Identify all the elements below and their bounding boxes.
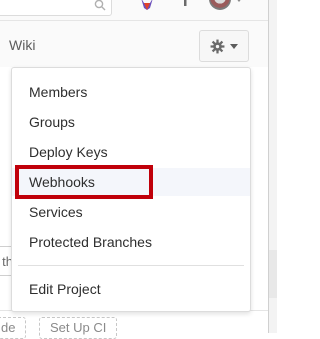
- background-button-fragment[interactable]: de: [0, 317, 27, 339]
- dropdown-item-edit-project[interactable]: Edit Project: [12, 275, 250, 303]
- project-settings-dropdown: Members Groups Deploy Keys Webhooks Serv…: [11, 67, 251, 312]
- dropdown-item-members[interactable]: Members: [12, 78, 250, 106]
- dropdown-item-protected-branches[interactable]: Protected Branches: [12, 228, 250, 256]
- scrollbar[interactable]: [268, 0, 277, 333]
- top-navbar: [0, 0, 277, 21]
- dropdown-item-services[interactable]: Services: [12, 198, 250, 226]
- nav-wiki-link[interactable]: Wiki: [9, 37, 35, 53]
- plus-icon[interactable]: [177, 0, 193, 8]
- dropdown-item-deploy-keys[interactable]: Deploy Keys: [12, 138, 250, 166]
- dropdown-divider: [18, 265, 244, 266]
- search-input[interactable]: [0, 0, 112, 16]
- gear-icon: [210, 39, 225, 53]
- user-menu[interactable]: [209, 0, 243, 10]
- project-settings-button[interactable]: [199, 30, 249, 62]
- search-icon: [94, 0, 106, 11]
- fox-icon[interactable]: [139, 0, 155, 10]
- chevron-down-icon: [230, 43, 238, 49]
- dropdown-item-groups[interactable]: Groups: [12, 108, 250, 136]
- avatar[interactable]: [209, 0, 231, 10]
- dropdown-item-webhooks[interactable]: Webhooks: [12, 168, 250, 196]
- set-up-ci-button[interactable]: Set Up CI: [39, 317, 118, 339]
- chevron-down-icon: [235, 0, 243, 2]
